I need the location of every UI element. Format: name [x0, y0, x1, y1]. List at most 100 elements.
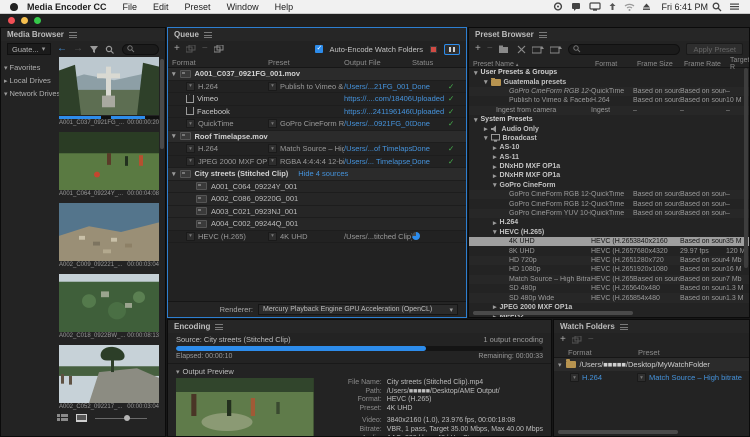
- zoom-view-icon[interactable]: [105, 45, 116, 54]
- preset-row[interactable]: SD 480p WideHEVC (H.265)854x480Based on …: [469, 293, 749, 302]
- preset-row[interactable]: Match Source – High BitrateHEVC (H.265)B…: [469, 275, 749, 284]
- copy-icon[interactable]: [214, 45, 224, 53]
- preset-row[interactable]: SD 480pHEVC (H.265)640x480Based on sourc…: [469, 284, 749, 293]
- preset-dropdown[interactable]: ▾: [268, 157, 277, 166]
- upload-status-icon[interactable]: [608, 2, 617, 11]
- preset-category-row[interactable]: ▾HEVC (H.265): [469, 228, 749, 237]
- upload-url-link[interactable]: https://....com/184066142: [344, 94, 412, 103]
- back-button[interactable]: ←: [57, 44, 67, 54]
- tree-item-network-drives[interactable]: ▾ Network Drives: [1, 87, 57, 100]
- remove-preset-button[interactable]: −: [487, 44, 493, 54]
- preset-category-row[interactable]: ▾Broadcast: [469, 134, 749, 143]
- watch-output-row[interactable]: ▾ H.264 ▾ Match Source – High bitrate: [554, 371, 749, 384]
- format-dropdown[interactable]: ▾: [186, 157, 195, 166]
- minimize-window-button[interactable]: [21, 17, 28, 24]
- add-watch-folder-button[interactable]: +: [560, 335, 566, 345]
- preset-horizontal-scrollbar[interactable]: [473, 311, 633, 315]
- queue-upload-row[interactable]: Vimeo https://....com/184066142 Uploaded…: [168, 93, 466, 106]
- format-dropdown[interactable]: ▾: [186, 119, 195, 128]
- preset-vertical-scrollbar[interactable]: [744, 68, 748, 268]
- menu-help[interactable]: Help: [267, 2, 302, 12]
- queue-subsource-row[interactable]: A001_C064_09224Y_001: [168, 181, 466, 194]
- panel-menu-icon[interactable]: [69, 32, 77, 38]
- chevron-down-icon[interactable]: ▾: [172, 170, 176, 178]
- preset-row[interactable]: Ingest from cameraIngest–––: [469, 106, 749, 115]
- preset-category-row[interactable]: ▸Audio Only: [469, 124, 749, 133]
- export-preset-icon[interactable]: [550, 45, 562, 54]
- preset-row[interactable]: GoPro CineForm RGB 12-bit with alphaQuic…: [469, 190, 749, 199]
- renderer-dropdown[interactable]: Mercury Playback Engine GPU Acceleration…: [258, 304, 458, 315]
- close-window-button[interactable]: [8, 17, 15, 24]
- thumbnail-size-slider[interactable]: [95, 418, 147, 419]
- list-view-icon[interactable]: [57, 414, 68, 422]
- menu-app-name[interactable]: Media Encoder CC: [27, 2, 115, 12]
- chevron-down-icon[interactable]: ▾: [172, 132, 176, 140]
- format-dropdown[interactable]: ▾: [570, 373, 579, 382]
- menu-window[interactable]: Window: [219, 2, 267, 12]
- stop-queue-button[interactable]: [429, 45, 438, 54]
- new-group-icon[interactable]: [499, 45, 511, 54]
- remove-output-button[interactable]: −: [202, 44, 208, 54]
- preset-dropdown[interactable]: ▾: [268, 119, 277, 128]
- duplicate-icon[interactable]: [572, 336, 582, 344]
- preset-category-row[interactable]: ▸AS-10: [469, 143, 749, 152]
- media-scrollbar[interactable]: [160, 59, 164, 149]
- duplicate-icon[interactable]: [186, 45, 196, 53]
- format-dropdown[interactable]: ▾: [186, 82, 195, 91]
- pause-queue-button[interactable]: [444, 44, 460, 55]
- apply-preset-button[interactable]: Apply Preset: [686, 43, 743, 55]
- preset-row[interactable]: GoPro CineForm RGB 12-bit with alpha...Q…: [469, 199, 749, 208]
- format-dropdown[interactable]: ▾: [186, 144, 195, 153]
- upload-url-link[interactable]: https://...24119614602283: [344, 107, 412, 116]
- queue-output-row[interactable]: ▾QuickTime ▾GoPro CineForm RGB 12... /Us…: [168, 118, 466, 131]
- thumbnail-view-icon[interactable]: [76, 414, 87, 422]
- preset-dropdown[interactable]: ▾: [268, 82, 277, 91]
- preset-row-selected[interactable]: 4K UHDHEVC (H.265)3840x2160Based on sour…: [469, 237, 749, 246]
- preset-settings-icon[interactable]: [517, 45, 526, 54]
- add-output-button[interactable]: +: [174, 44, 180, 54]
- preset-category-row[interactable]: ▸H.264: [469, 218, 749, 227]
- import-preset-icon[interactable]: [532, 45, 544, 54]
- watch-horizontal-scrollbar[interactable]: [558, 430, 678, 434]
- forward-button[interactable]: →: [73, 44, 83, 54]
- spotlight-search-icon[interactable]: [712, 2, 722, 12]
- preset-row[interactable]: 8K UHDHEVC (H.265)7680x432029.97 fps120 …: [469, 246, 749, 255]
- preset-dropdown[interactable]: ▾: [268, 232, 277, 241]
- menu-file[interactable]: File: [115, 2, 146, 12]
- preset-folder-row[interactable]: ▾Guatemala presets: [469, 77, 749, 86]
- queue-source-row[interactable]: ▾ City streets (Stitched Clip) Hide 4 so…: [168, 168, 466, 181]
- sort-ascending-icon[interactable]: ▴: [516, 62, 519, 68]
- location-dropdown[interactable]: Guate... ▾: [7, 43, 51, 55]
- apple-menu-icon[interactable]: [10, 3, 18, 11]
- output-file-link[interactable]: /Users/...of Timelapse.mp4: [344, 144, 412, 153]
- tree-item-favorites[interactable]: ▾ Favorites: [1, 61, 57, 74]
- queue-output-row[interactable]: ▾H.264 ▾Match Source – High bitr... /Use…: [168, 143, 466, 156]
- format-dropdown[interactable]: ▾: [186, 232, 195, 241]
- menu-edit[interactable]: Edit: [145, 2, 177, 12]
- output-file-link[interactable]: /Users/... Timelapse_1.mxf: [344, 157, 412, 166]
- preset-category-row[interactable]: ▸DNxHD MXF OP1a: [469, 162, 749, 171]
- preset-category-row[interactable]: ▸DNxHR MXF OP1a: [469, 171, 749, 180]
- queue-output-row-encoding[interactable]: ▾HEVC (H.265) ▾4K UHD /Users/...titched …: [168, 231, 466, 244]
- zoom-window-button[interactable]: [34, 17, 41, 24]
- preset-row[interactable]: GoPro CineForm RGB 12-bit with alpha (Al…: [469, 87, 749, 96]
- filter-icon[interactable]: [89, 45, 99, 54]
- media-search-input[interactable]: [122, 44, 159, 55]
- queue-subsource-row[interactable]: A003_C021_0923NJ_001: [168, 206, 466, 219]
- chevron-down-icon[interactable]: ▾: [172, 70, 176, 78]
- chat-status-icon[interactable]: [571, 2, 582, 11]
- preset-group-row[interactable]: ▾User Presets & Groups: [469, 68, 749, 77]
- panel-menu-icon[interactable]: [620, 324, 628, 330]
- queue-source-row[interactable]: ▾ A001_C037_0921FG_001.mov: [168, 68, 466, 81]
- panel-menu-icon[interactable]: [204, 32, 212, 38]
- preset-row[interactable]: Publish to Vimeo & FacebookH.264Based on…: [469, 96, 749, 105]
- clip-thumbnail[interactable]: A002_C052_092217_...00:00:03:04: [59, 345, 159, 411]
- eject-icon[interactable]: [642, 2, 651, 11]
- preset-dropdown[interactable]: ▾: [637, 373, 646, 382]
- clip-thumbnail[interactable]: A001_C037_0921FG_...00:00:00:20: [59, 57, 159, 129]
- preset-category-row[interactable]: ▾GoPro CineForm: [469, 181, 749, 190]
- tree-item-local-drives[interactable]: ▸ Local Drives: [1, 74, 57, 87]
- queue-output-row[interactable]: ▾JPEG 2000 MXF OP1a ▾RGBA 4:4:4:4 12-bit…: [168, 156, 466, 169]
- auto-encode-checkbox[interactable]: ✓: [315, 45, 323, 53]
- notification-center-icon[interactable]: [729, 2, 740, 11]
